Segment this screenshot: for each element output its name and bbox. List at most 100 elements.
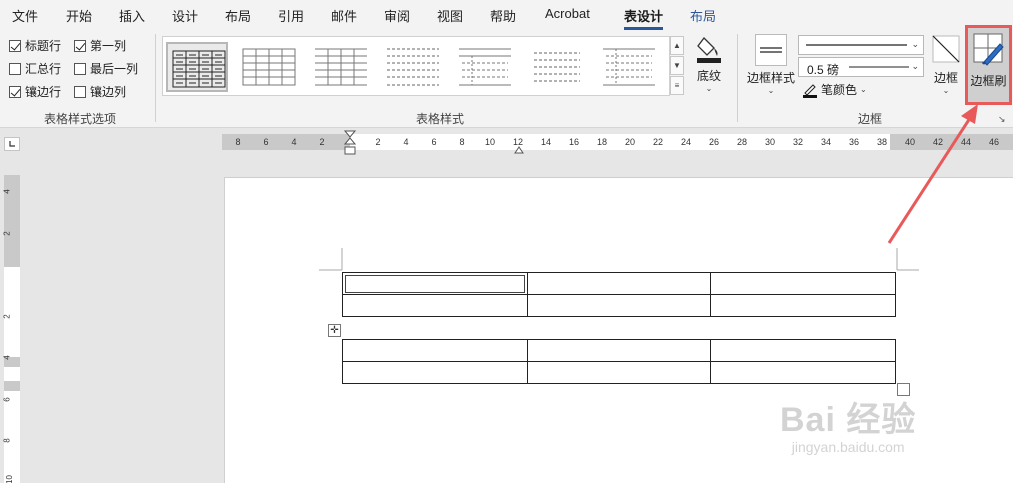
tab-table-design[interactable]: 表设计 (624, 6, 664, 30)
border-styles-label: 边框样式 (746, 71, 795, 85)
tab-mailings[interactable]: 邮件 (331, 6, 357, 25)
table-cell[interactable] (342, 339, 528, 362)
last-column-checkbox[interactable]: 最后一列 (74, 60, 138, 77)
ruler-number: 30 (764, 137, 776, 147)
banded-rows-checkbox[interactable]: 镶边行 (9, 83, 61, 100)
table-cell-selected[interactable] (342, 272, 528, 295)
checkbox-label: 标题行 (25, 39, 62, 53)
table-cell[interactable] (710, 294, 896, 317)
table-cell[interactable] (710, 339, 896, 362)
borders-icon (932, 35, 960, 63)
table-style-plain-1[interactable] (238, 42, 300, 92)
tab-file[interactable]: 文件 (12, 6, 38, 25)
paint-bucket-icon (697, 37, 721, 63)
tab-references[interactable]: 引用 (278, 6, 304, 25)
table-cell[interactable] (710, 272, 896, 295)
ruler-number: 4 (2, 355, 12, 360)
table-styles-group-label: 表格样式 (415, 112, 464, 126)
line-style-select[interactable]: ⌄ (798, 35, 924, 55)
pen-color-button[interactable]: 笔颜色 ⌄ (802, 81, 867, 98)
ruler-number: 18 (596, 137, 608, 147)
document-table-2[interactable] (342, 339, 896, 384)
ruler-number: 8 (2, 438, 12, 443)
border-style-icon (755, 34, 787, 66)
tab-home[interactable]: 开始 (66, 6, 92, 25)
vertical-ruler[interactable] (4, 175, 20, 483)
ruler-number: 46 (988, 137, 1000, 147)
tab-layout[interactable]: 布局 (225, 6, 251, 25)
table-cell[interactable] (526, 272, 712, 295)
checkbox-checked-icon (9, 39, 21, 52)
table-cell[interactable] (526, 339, 712, 362)
header-row-checkbox[interactable]: 标题行 (9, 37, 61, 54)
table-row (342, 339, 896, 362)
tab-review[interactable]: 审阅 (384, 6, 410, 25)
gallery-more-icon[interactable]: ≡ (670, 76, 684, 95)
checkbox-label: 汇总行 (25, 62, 62, 76)
ruler-number: 22 (652, 137, 664, 147)
checkbox-unchecked-icon (9, 62, 21, 75)
table-cell[interactable] (342, 294, 528, 317)
ribbon: 标题行 第一列 汇总行 最后一列 镶边行 镶边列 表格样式选项 ▲ ▼ ≡ 底纹… (0, 30, 1013, 128)
group-divider (155, 34, 156, 122)
chevron-down-icon: ⌄ (911, 61, 919, 71)
table-cell[interactable] (710, 361, 896, 384)
document-table-1[interactable] (342, 272, 896, 317)
border-painter-button[interactable]: 边框刷 (965, 25, 1012, 105)
border-styles-button[interactable]: 边框样式 ⌄ (745, 34, 797, 95)
shading-button[interactable]: 底纹 ⌄ (690, 34, 728, 93)
tab-view[interactable]: 视图 (437, 6, 463, 25)
line-weight-select[interactable]: 0.5 磅 ⌄ (798, 57, 924, 77)
pen-color-label: 笔颜色 (821, 83, 858, 97)
banded-columns-checkbox[interactable]: 镶边列 (74, 83, 126, 100)
border-painter-icon (973, 33, 1004, 66)
table-style-grid[interactable] (166, 42, 228, 92)
borders-button[interactable]: 边框 ⌄ (928, 34, 964, 95)
ruler-number: 2 (2, 231, 12, 236)
gallery-scroll-down-icon[interactable]: ▼ (670, 56, 684, 75)
ruler-number: 20 (624, 137, 636, 147)
ruler-number: 4 (403, 137, 409, 147)
group-divider (737, 34, 738, 122)
column-marker-icon[interactable] (514, 143, 524, 154)
ruler-number: 6 (431, 137, 437, 147)
table-style-plain-3[interactable] (382, 42, 444, 92)
gallery-scroll-up-icon[interactable]: ▲ (670, 36, 684, 55)
first-column-checkbox[interactable]: 第一列 (74, 37, 126, 54)
ruler-number: 10 (484, 137, 496, 147)
tab-acrobat[interactable]: Acrobat (545, 6, 590, 21)
total-row-checkbox[interactable]: 汇总行 (9, 60, 61, 77)
table-style-plain-4[interactable] (454, 42, 516, 92)
table-style-plain-2[interactable] (310, 42, 372, 92)
table-cell[interactable] (526, 361, 712, 384)
tab-insert[interactable]: 插入 (119, 6, 145, 25)
checkbox-label: 镶边列 (90, 85, 127, 99)
ruler-number: 2 (319, 137, 325, 147)
ruler-number: 2 (375, 137, 381, 147)
ruler-number: 16 (568, 137, 580, 147)
table-style-plain-5[interactable] (526, 42, 588, 92)
checkbox-unchecked-icon (74, 85, 86, 98)
ruler-number: 36 (848, 137, 860, 147)
table-move-handle-icon[interactable]: ✛ (328, 324, 341, 337)
ruler-number: 40 (904, 137, 916, 147)
dialog-launcher-icon[interactable]: ↘ (998, 114, 1006, 125)
tab-selector-icon[interactable] (4, 137, 20, 151)
ruler-number: 34 (820, 137, 832, 147)
ruler-margin-left (222, 134, 350, 150)
tab-table-layout[interactable]: 布局 (690, 6, 716, 25)
ruler-number: 8 (459, 137, 465, 147)
table-row (342, 294, 896, 317)
indent-marker-icon[interactable] (343, 130, 357, 156)
chevron-down-icon: ⌄ (942, 86, 950, 95)
tab-design[interactable]: 设计 (172, 6, 198, 25)
table-cell[interactable] (526, 294, 712, 317)
checkbox-label: 最后一列 (90, 62, 139, 76)
ruler-number: 44 (960, 137, 972, 147)
checkbox-checked-icon (74, 39, 86, 52)
baidu-jingyan-watermark: Bai 经验 jingyan.baidu.com (780, 392, 916, 455)
tab-help[interactable]: 帮助 (490, 6, 516, 25)
table-style-plain-6[interactable] (598, 42, 660, 92)
line-weight-value: 0.5 磅 (807, 63, 840, 77)
table-cell[interactable] (342, 361, 528, 384)
